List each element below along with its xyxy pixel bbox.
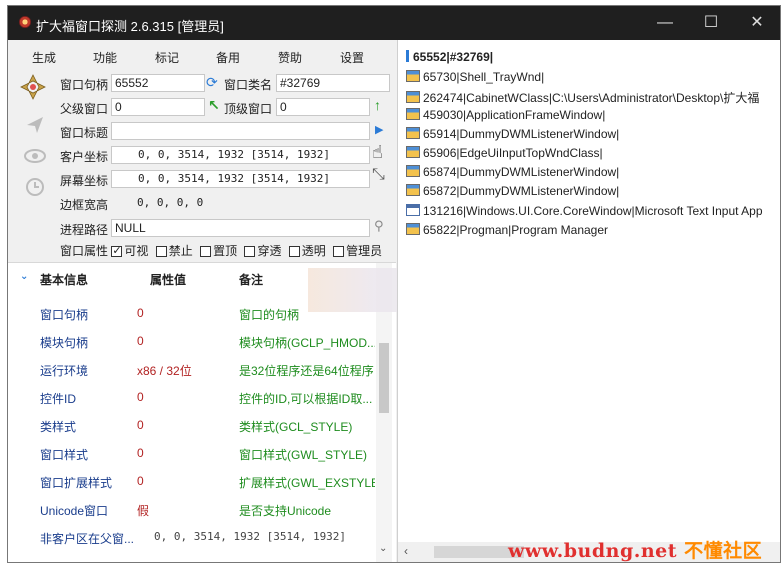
screen-coord-label: 屏幕坐标 [60,174,109,188]
top-field[interactable]: 0 [276,98,370,116]
border-size-value: 0, 0, 0, 0 [137,196,204,209]
hwnd-label: 窗口句柄 [60,78,109,92]
border-size-label: 边框宽高 [60,198,109,212]
menu-generate[interactable]: 生成 [32,49,56,66]
window-icon [406,108,420,120]
screen-coord-field[interactable]: 0, 0, 3514, 1932 [3514, 1932] [111,170,370,188]
tree-item[interactable]: 65730|Shell_TrayWnd| [406,70,544,84]
window-title: 扩大福窗口探测 2.6.315 [管理员] [36,19,224,34]
process-path-field[interactable]: NULL [111,219,370,237]
table-row[interactable]: 窗口扩展样式 0 扩展样式(GWL_EXSTYLE) [8,467,376,495]
go-top-icon[interactable]: ↑ [374,97,381,113]
app-logo-icon [19,16,31,28]
table-row[interactable]: Unicode窗口 假 是否支持Unicode [8,495,376,523]
menu-mark[interactable]: 标记 [155,49,179,66]
resize-cursor-icon[interactable]: ⤡ [372,166,385,184]
minimize-button[interactable]: — [642,6,688,40]
parent-label: 父级窗口 [60,102,109,116]
maximize-button[interactable]: ☐ [688,6,734,40]
menu-settings[interactable]: 设置 [340,49,364,66]
table-row[interactable]: 控件ID 0 控件的ID,可以根据ID取... [8,383,376,411]
option-transparent[interactable]: 透明 [288,244,326,258]
checkbox-admin[interactable] [333,246,345,257]
class-label: 窗口类名 [224,78,273,92]
tree-item[interactable]: 459030|ApplicationFrameWindow| [406,108,605,122]
window-icon [406,146,420,158]
window-icon [406,70,420,82]
option-disable[interactable]: 禁止 [155,244,193,258]
option-click-through[interactable]: 穿透 [244,244,281,258]
menu-sponsor[interactable]: 赞助 [278,49,302,66]
menu-bar: 生成 功能 标记 备用 赞助 设置 [8,40,398,68]
hwnd-field[interactable]: 65552 [111,74,205,92]
go-parent-icon[interactable]: ↖ [208,97,220,114]
attributes-label: 窗口属性 [60,244,109,258]
client-coord-field[interactable]: 0, 0, 3514, 1932 [3514, 1932] [111,146,370,164]
checkbox-click-through[interactable] [244,246,256,257]
site-watermark: www.budng.net 不懂社区 [508,540,763,562]
table-row[interactable]: 类样式 0 类样式(GCL_STYLE) [8,411,376,439]
table-row[interactable]: 窗口样式 0 窗口样式(GWL_STYLE) [8,439,376,467]
window-icon [406,127,420,139]
window-icon [406,184,420,196]
clock-icon[interactable] [22,174,48,200]
window-icon [406,223,420,235]
send-icon[interactable] [22,112,48,138]
menu-function[interactable]: 功能 [93,49,117,66]
table-row[interactable]: 模块句柄 0 模块句柄(GCLP_HMOD... [8,327,376,355]
window-icon [406,91,420,103]
option-visible[interactable]: 可视 [111,244,148,258]
header-value[interactable]: 属性值 [150,271,186,288]
tree-item[interactable]: 65874|DummyDWMListenerWindow| [406,165,619,179]
collapse-chevron-icon[interactable]: ⌄ [20,271,28,282]
refresh-icon[interactable]: ⟳ [206,74,218,91]
header-basic-info[interactable]: 基本信息 [40,271,88,288]
crosshair-finder-icon[interactable] [20,74,46,100]
top-label: 顶级窗口 [224,102,273,116]
tree-item[interactable]: 65822|Progman|Program Manager [406,223,608,237]
tree-item[interactable]: 262474|CabinetWClass|C:\Users\Administra… [406,89,759,106]
checkbox-visible[interactable] [111,244,123,257]
title-bar: 扩大福窗口探测 2.6.315 [管理员] — ☐ ✕ [8,6,780,40]
hand-cursor-icon[interactable]: ☝ [372,142,383,163]
play-icon[interactable]: ▶ [375,123,383,136]
tree-item[interactable]: 131216|Windows.UI.Core.CoreWindow|Micros… [406,204,763,218]
tree-item[interactable]: 65872|DummyDWMListenerWindow| [406,184,619,198]
scroll-left-icon[interactable]: ‹ [404,544,408,558]
option-topmost[interactable]: 置顶 [200,244,237,258]
window-icon [406,165,420,177]
checkbox-transparent[interactable] [288,246,300,257]
main-window: 扩大福窗口探测 2.6.315 [管理员] — ☐ ✕ 生成 功能 标记 备用 … [8,6,780,562]
window-attributes: 窗口属性 可视 禁止 置顶 穿透 透明 管理员 [60,242,386,259]
search-icon[interactable]: ⚲ [374,218,384,234]
title-label: 窗口标题 [60,126,109,140]
table-row[interactable]: 非客户区在父窗... 0, 0, 3514, 1932 [3514, 1932] [8,523,376,551]
process-path-label: 进程路径 [60,223,109,237]
root-marker-icon [406,50,409,62]
grid-scroll-thumb[interactable] [379,343,389,413]
close-button[interactable]: ✕ [734,6,780,40]
tree-root[interactable]: 65552|#32769| [406,50,493,64]
tree-item[interactable]: 65914|DummyDWMListenerWindow| [406,127,619,141]
table-row[interactable]: 运行环境 x86 / 32位 是32位程序还是64位程序 [8,355,376,383]
menu-backup[interactable]: 备用 [216,49,240,66]
scroll-down-icon[interactable]: ⌄ [379,543,387,554]
plain-window-icon [406,204,420,216]
checkbox-disable[interactable] [155,246,167,257]
checkbox-topmost[interactable] [200,246,212,257]
client-coord-label: 客户坐标 [60,150,109,164]
title-field[interactable] [111,122,370,140]
class-field[interactable]: #32769 [276,74,390,92]
option-admin[interactable]: 管理员 [333,244,382,258]
eye-icon[interactable] [22,143,48,169]
parent-field[interactable]: 0 [111,98,205,116]
header-note[interactable]: 备注 [239,271,263,288]
window-tree-panel: 65552|#32769| 65730|Shell_TrayWnd| 26247… [397,40,780,562]
tree-item[interactable]: 65906|EdgeUiInputTopWndClass| [406,146,603,160]
